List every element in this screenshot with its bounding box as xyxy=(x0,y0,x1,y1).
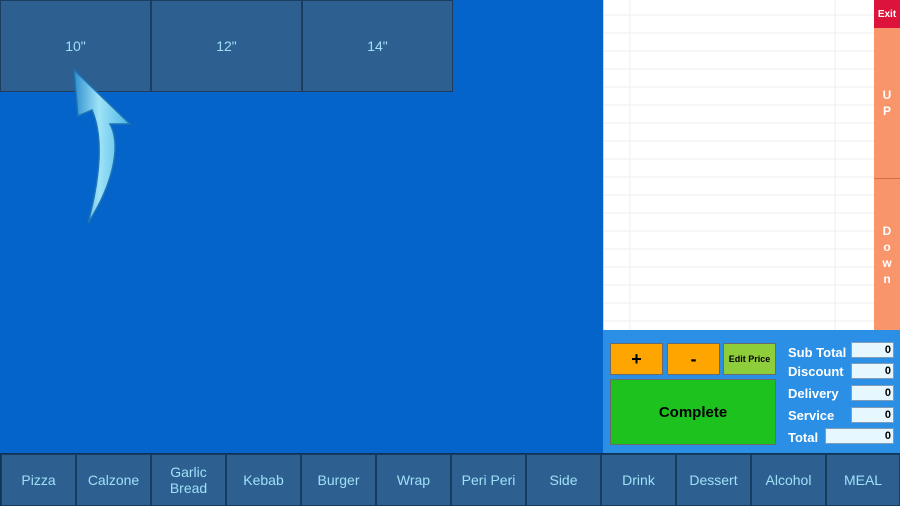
category-peri-peri[interactable]: Peri Peri xyxy=(451,454,526,506)
category-label: Dessert xyxy=(689,472,738,488)
up-letter: P xyxy=(882,104,891,118)
category-dessert[interactable]: Dessert xyxy=(676,454,751,506)
category-label: Wrap xyxy=(396,472,431,488)
down-letter: o xyxy=(883,239,891,254)
category-label: MEAL xyxy=(843,472,883,488)
category-label: Pizza xyxy=(21,472,56,488)
order-list[interactable] xyxy=(603,0,874,330)
scroll-down-button[interactable]: D o w n xyxy=(874,179,900,330)
category-label: Garlic Bread xyxy=(169,464,208,496)
category-drink[interactable]: Drink xyxy=(601,454,676,506)
down-letter: w xyxy=(882,255,892,270)
increase-qty-button[interactable]: + xyxy=(610,343,663,375)
category-label: Kebab xyxy=(243,472,284,488)
size-button-label: 14" xyxy=(367,38,388,54)
sub-total-field[interactable]: 0 xyxy=(851,342,894,358)
category-calzone[interactable]: Calzone xyxy=(76,454,151,506)
delivery-label: Delivery xyxy=(788,386,839,401)
discount-field[interactable]: 0 xyxy=(851,363,894,379)
decrease-qty-button[interactable]: - xyxy=(667,343,720,375)
complete-button[interactable]: Complete xyxy=(610,379,776,445)
complete-label: Complete xyxy=(658,403,728,421)
size-button-14[interactable]: 14" xyxy=(302,0,453,92)
category-label: Calzone xyxy=(87,472,140,488)
category-burger[interactable]: Burger xyxy=(301,454,376,506)
up-letter: U xyxy=(882,88,892,102)
edit-price-button[interactable]: Edit Price xyxy=(723,343,776,375)
product-area: 10" 12" 14" xyxy=(0,0,603,453)
exit-button[interactable]: Exit xyxy=(874,0,900,28)
down-letter: n xyxy=(883,271,891,286)
minus-label: - xyxy=(690,348,697,369)
category-label: Burger xyxy=(317,472,360,488)
edit-price-label: Edit Price xyxy=(728,354,771,364)
service-field[interactable]: 0 xyxy=(851,407,894,423)
size-button-12[interactable]: 12" xyxy=(151,0,302,92)
category-alcohol[interactable]: Alcohol xyxy=(751,454,826,506)
size-button-label: 10" xyxy=(65,38,86,54)
exit-label: Exit xyxy=(877,8,897,20)
category-meal[interactable]: MEAL xyxy=(826,454,900,506)
order-grid xyxy=(604,0,874,330)
category-pizza[interactable]: Pizza xyxy=(1,454,76,506)
curved-up-arrow-icon xyxy=(73,68,132,224)
category-kebab[interactable]: Kebab xyxy=(226,454,301,506)
category-label: Peri Peri xyxy=(461,472,516,488)
category-wrap[interactable]: Wrap xyxy=(376,454,451,506)
category-side[interactable]: Side xyxy=(526,454,601,506)
scroll-up-button[interactable]: U P xyxy=(874,28,900,179)
delivery-field[interactable]: 0 xyxy=(851,385,894,401)
discount-label: Discount xyxy=(788,364,844,379)
category-label: Side xyxy=(549,472,578,488)
down-letter: D xyxy=(882,223,892,238)
total-label: Total xyxy=(788,430,819,445)
service-label: Service xyxy=(788,408,835,423)
sub-total-label: Sub Total xyxy=(788,345,847,360)
category-label: Drink xyxy=(622,472,655,488)
category-bar: Pizza Calzone Garlic Bread Kebab Burger … xyxy=(0,453,900,506)
plus-label: + xyxy=(631,348,642,369)
size-button-label: 12" xyxy=(216,38,237,54)
category-garlic-bread[interactable]: Garlic Bread xyxy=(151,454,226,506)
category-label: Alcohol xyxy=(765,472,812,488)
total-field[interactable]: 0 xyxy=(825,428,894,444)
order-controls: + - Edit Price Complete Sub Total 0 Disc… xyxy=(603,330,900,453)
